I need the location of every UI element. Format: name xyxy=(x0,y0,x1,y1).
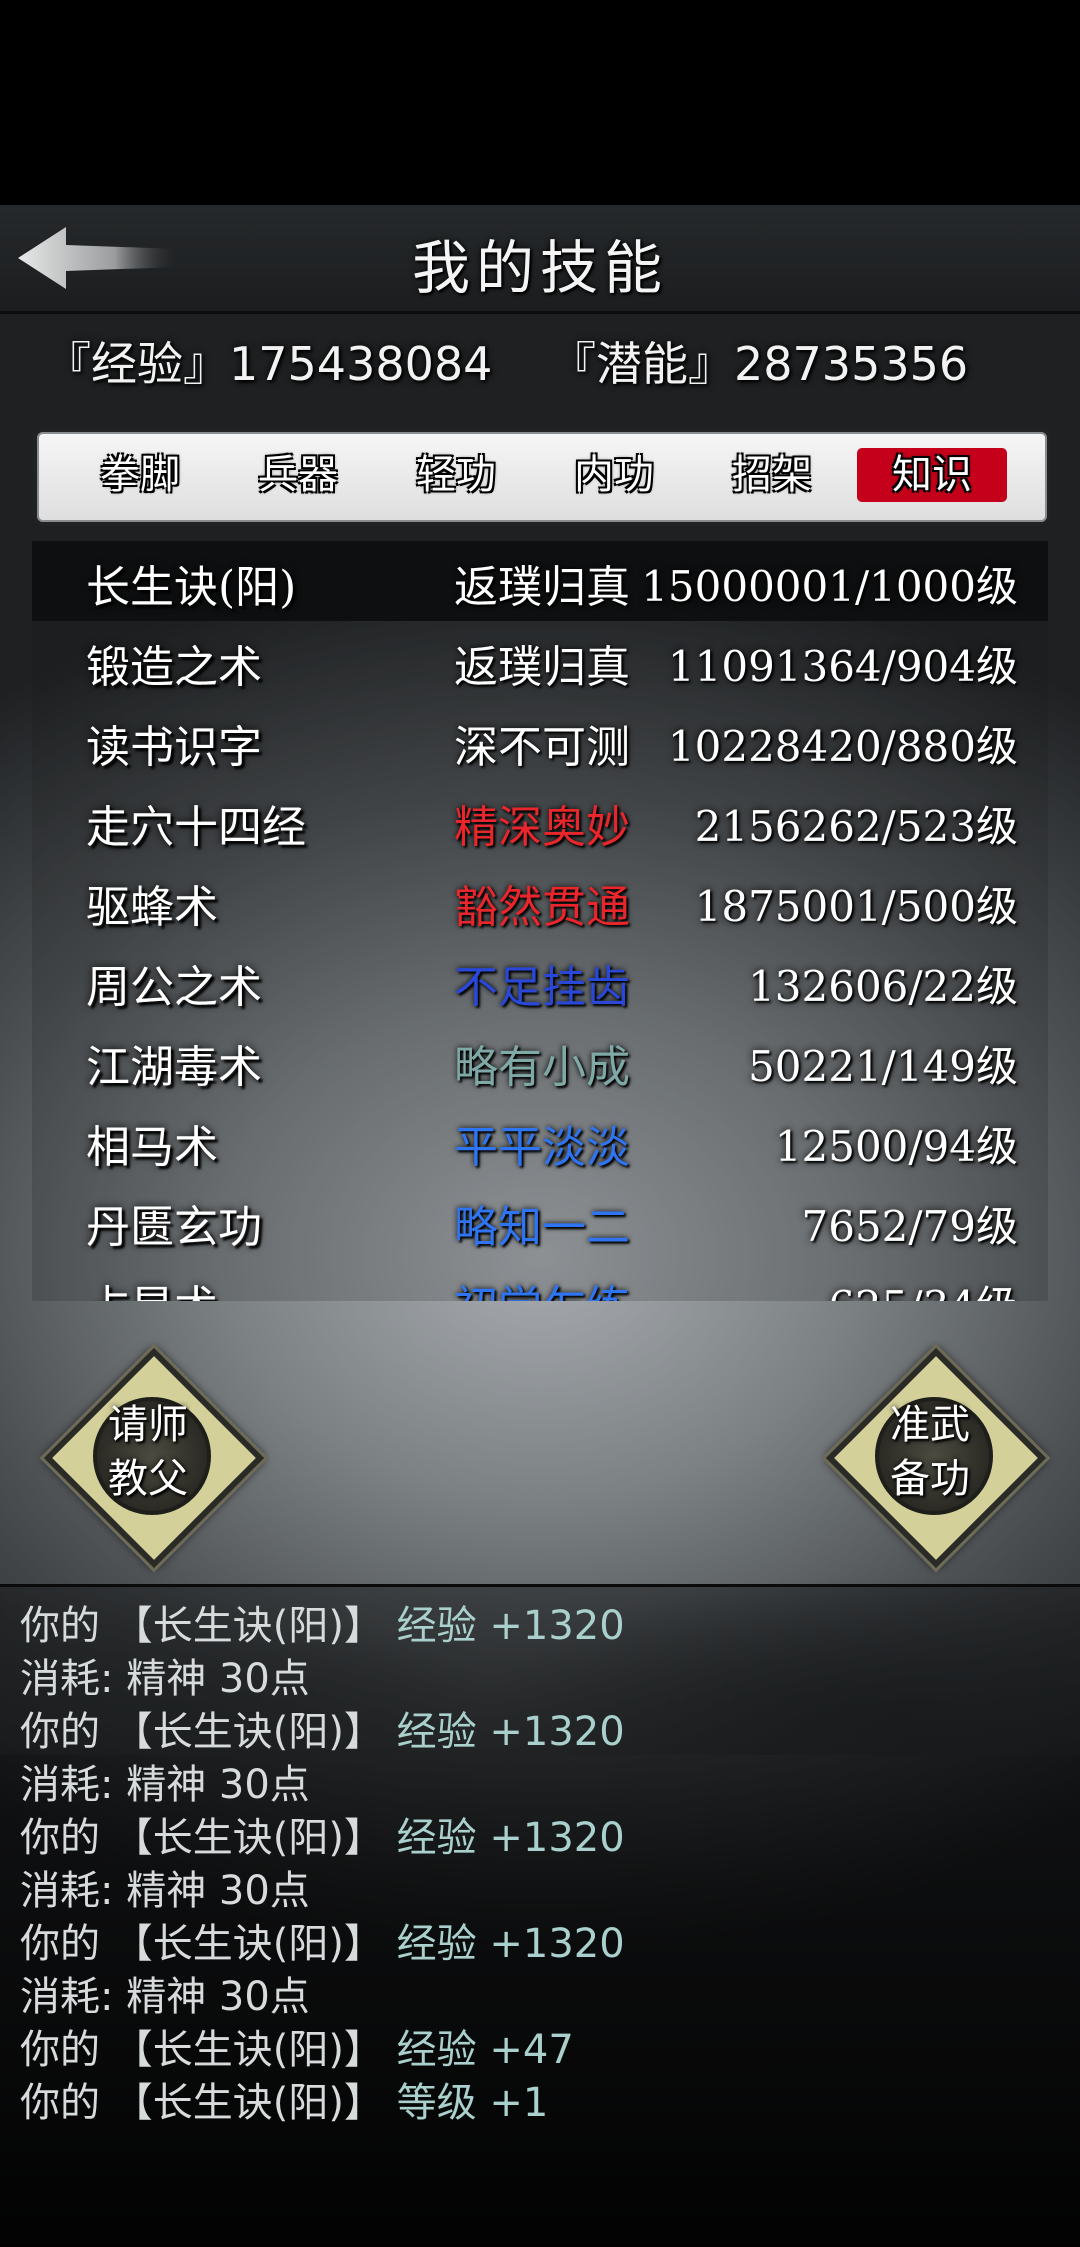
log-text: 你的 【长生诀(阳)】 xyxy=(20,1815,384,1861)
skill-level: 返璞归真 xyxy=(454,562,630,613)
log-text: 你的 【长生诀(阳)】 xyxy=(20,1921,384,1967)
stats-bar: 『经验』175438084 『潜能』28735356 xyxy=(45,320,1045,400)
ask-master-button[interactable]: 请师 教父 xyxy=(43,1347,265,1569)
page-title: 我的技能 xyxy=(411,234,668,302)
prepare-skill-label-line1: 准武 xyxy=(890,1402,970,1448)
skill-name: 长生诀(阳) xyxy=(86,551,311,615)
ask-master-label: 请师 教父 xyxy=(48,1398,248,1506)
skill-progress: 11091364/904级 xyxy=(667,642,1018,691)
log-line: 消耗: 精神 30点 xyxy=(20,1858,310,1916)
skill-row[interactable]: 江湖毒术 略有小成 50221/149级 xyxy=(32,1021,1048,1101)
skill-progress: 10228420/880级 xyxy=(667,722,1018,771)
skill-name: 丹匮玄功 xyxy=(86,1191,276,1255)
prepare-skill-button[interactable]: 准武 备功 xyxy=(825,1347,1047,1569)
potential-stat: 『潜能』28735356 xyxy=(550,328,968,394)
log-text: 你的 【长生诀(阳)】 xyxy=(20,1603,384,1649)
skill-row[interactable]: 驱蜂术 豁然贯通 1875001/500级 xyxy=(32,861,1048,941)
tab-qinggong[interactable]: 轻功 xyxy=(393,448,519,502)
skill-level: 平平淡淡 xyxy=(454,1122,630,1173)
log-line: 你的 【长生诀(阳)】 经验 +1320 xyxy=(20,1805,625,1863)
skill-level: 深不可测 xyxy=(454,722,630,773)
skill-name: 走穴十四经 xyxy=(86,791,320,855)
log-gain: 经验 +1320 xyxy=(396,1921,625,1967)
skill-progress: 625/34级 xyxy=(828,1273,1018,1301)
log-line: 你的 【长生诀(阳)】 经验 +1320 xyxy=(20,1911,625,1969)
skill-level: 初学乍练 xyxy=(454,1271,630,1301)
skill-row[interactable]: 丹匮玄功 略知一二 7652/79级 xyxy=(32,1181,1048,1261)
log-text: 消耗: 精神 30点 xyxy=(20,1656,310,1702)
potential-label: 『潜能』 xyxy=(550,337,734,391)
exp-stat: 『经验』175438084 xyxy=(45,328,492,394)
log-line: 你的 【长生诀(阳)】 经验 +1320 xyxy=(20,1593,625,1651)
skill-name: 江湖毒术 xyxy=(86,1031,276,1095)
log-line: 消耗: 精神 30点 xyxy=(20,1646,310,1704)
potential-value: 28735356 xyxy=(734,337,969,391)
title-bar: 我的技能 xyxy=(0,205,1080,314)
ask-master-label-line2: 教父 xyxy=(108,1456,188,1502)
tab-bingqi[interactable]: 兵器 xyxy=(235,448,361,502)
tab-quanjiao[interactable]: 拳脚 xyxy=(77,448,203,502)
skill-progress: 50221/149级 xyxy=(748,1042,1018,1091)
tab-zhishi[interactable]: 知识 xyxy=(857,448,1007,502)
skill-row[interactable]: 读书识字 深不可测 10228420/880级 xyxy=(32,701,1048,781)
skill-progress: 12500/94级 xyxy=(774,1122,1018,1171)
log-gain: 经验 +1320 xyxy=(396,1709,625,1755)
tab-neigong[interactable]: 内功 xyxy=(551,448,677,502)
skill-row[interactable]: 锻造之术 返璞归真 11091364/904级 xyxy=(32,621,1048,701)
skill-name: 占星术 xyxy=(86,1271,232,1301)
log-text: 你的 【长生诀(阳)】 xyxy=(20,2027,384,2073)
skill-level: 略有小成 xyxy=(454,1042,630,1093)
tab-zhaojia[interactable]: 招架 xyxy=(709,448,835,502)
skill-name: 读书识字 xyxy=(86,711,276,775)
log-line: 你的 【长生诀(阳)】 等级 +1 xyxy=(20,2070,548,2128)
log-gain: 经验 +47 xyxy=(396,2027,574,2073)
skill-level: 略知一二 xyxy=(454,1202,630,1253)
skill-level: 返璞归真 xyxy=(454,642,630,693)
prepare-skill-label-line2: 备功 xyxy=(890,1456,970,1502)
log-line: 你的 【长生诀(阳)】 经验 +47 xyxy=(20,2017,574,2075)
prepare-skill-label: 准武 备功 xyxy=(830,1398,1030,1506)
skill-progress: 2156262/523级 xyxy=(694,802,1018,851)
log-gain: 经验 +1320 xyxy=(396,1603,625,1649)
exp-label: 『经验』 xyxy=(45,337,229,391)
exp-value: 175438084 xyxy=(229,337,493,391)
skill-progress: 7652/79级 xyxy=(801,1202,1018,1251)
skill-row[interactable]: 走穴十四经 精深奥妙 2156262/523级 xyxy=(32,781,1048,861)
skill-list[interactable]: 长生诀(阳) 返璞归真 15000001/1000级 锻造之术 返璞归真 110… xyxy=(32,541,1048,1301)
skill-progress: 15000001/1000级 xyxy=(641,562,1018,611)
skill-level: 豁然贯通 xyxy=(454,882,630,933)
skill-name: 锻造之术 xyxy=(86,631,276,695)
skill-level: 不足挂齿 xyxy=(454,962,630,1013)
skill-name: 周公之术 xyxy=(86,951,276,1015)
skill-category-tabs: 拳脚 兵器 轻功 内功 招架 知识 xyxy=(33,428,1051,526)
log-gain: 等级 +1 xyxy=(396,2080,549,2126)
log-text: 你的 【长生诀(阳)】 xyxy=(20,2080,384,2126)
skill-row[interactable]: 长生诀(阳) 返璞归真 15000001/1000级 xyxy=(32,541,1048,621)
skill-progress: 1875001/500级 xyxy=(694,882,1018,931)
skill-name: 相马术 xyxy=(86,1111,232,1175)
log-text: 消耗: 精神 30点 xyxy=(20,1762,310,1808)
log-line: 你的 【长生诀(阳)】 经验 +1320 xyxy=(20,1699,625,1757)
log-line: 消耗: 精神 30点 xyxy=(20,1964,310,2022)
log-text: 你的 【长生诀(阳)】 xyxy=(20,1709,384,1755)
log-line: 消耗: 精神 30点 xyxy=(20,1752,310,1810)
skill-progress: 132606/22级 xyxy=(748,962,1018,1011)
skill-row[interactable]: 占星术 初学乍练 625/34级 xyxy=(32,1261,1048,1301)
message-log[interactable]: 你的 【长生诀(阳)】 经验 +1320 消耗: 精神 30点 你的 【长生诀(… xyxy=(0,1584,1080,2247)
skill-row[interactable]: 相马术 平平淡淡 12500/94级 xyxy=(32,1101,1048,1181)
skill-row[interactable]: 周公之术 不足挂齿 132606/22级 xyxy=(32,941,1048,1021)
log-text: 消耗: 精神 30点 xyxy=(20,1868,310,1914)
ask-master-label-line1: 请师 xyxy=(108,1402,188,1448)
log-gain: 经验 +1320 xyxy=(396,1815,625,1861)
skill-name: 驱蜂术 xyxy=(86,871,232,935)
skill-level: 精深奥妙 xyxy=(454,802,630,853)
log-text: 消耗: 精神 30点 xyxy=(20,1974,310,2020)
